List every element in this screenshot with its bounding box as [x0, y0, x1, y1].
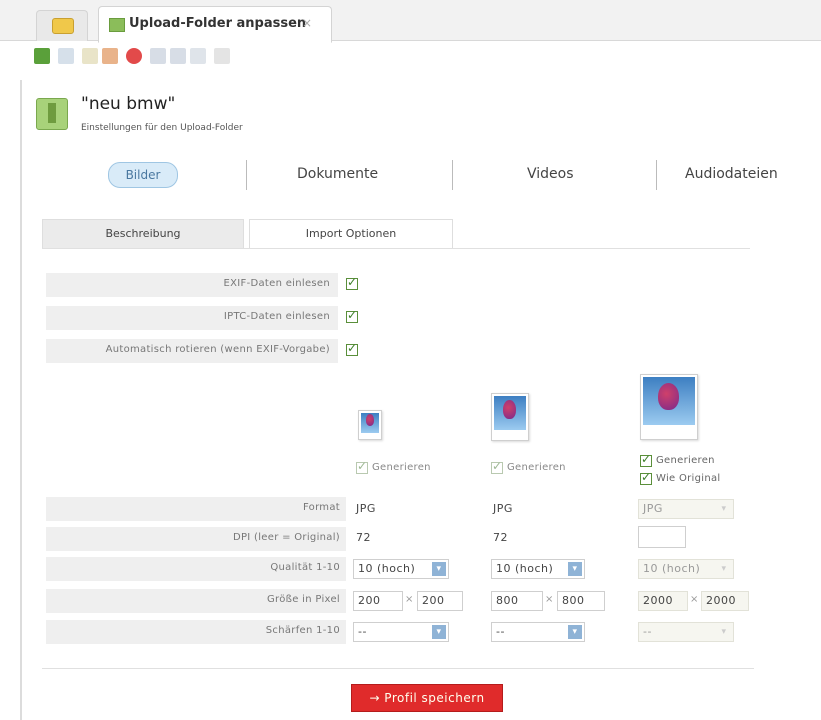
save-profile-button[interactable]: → Profil speichern: [351, 684, 503, 712]
sharpen-medium-select[interactable]: -- ▾: [491, 622, 585, 642]
quality-small-select[interactable]: 10 (hoch) ▾: [353, 559, 449, 579]
tab-bilder[interactable]: Bilder: [108, 162, 178, 188]
same-as-original-checkbox[interactable]: [640, 470, 652, 485]
chevron-down-icon: ▾: [721, 504, 727, 514]
row-quality-label: Qualität 1-10: [46, 557, 346, 581]
image-medium-icon: [491, 393, 529, 441]
sharpen-small-select[interactable]: -- ▾: [353, 622, 449, 642]
generate-medium-checkbox[interactable]: [491, 459, 503, 474]
tab-audiodateien[interactable]: Audiodateien: [685, 166, 778, 182]
grid-icon[interactable]: [190, 48, 206, 64]
dpi-medium: 72: [493, 531, 508, 544]
add-icon[interactable]: [34, 48, 50, 64]
exif-checkbox[interactable]: [346, 275, 358, 290]
times-icon: ×: [405, 594, 414, 605]
quality-label: Qualität 1-10: [270, 562, 340, 573]
row-dpi-label: DPI (leer = Original): [46, 527, 346, 551]
row-size-label: Größe in Pixel: [46, 589, 346, 613]
format-medium: JPG: [493, 502, 513, 515]
upload-folder-icon: [36, 98, 68, 130]
sharpen-large-value: --: [643, 625, 652, 638]
divider: [42, 668, 754, 669]
dpi-small: 72: [356, 531, 371, 544]
page-title: "neu bmw": [81, 94, 176, 114]
width-medium-input[interactable]: 800: [491, 591, 543, 611]
chevron-down-icon: ▾: [432, 625, 446, 639]
times-icon: ×: [545, 594, 554, 605]
tab-videos[interactable]: Videos: [527, 166, 574, 182]
option-row-iptc: IPTC-Daten einlesen: [46, 306, 338, 330]
tab-beschreibung[interactable]: Beschreibung: [42, 219, 244, 249]
sharpen-label: Schärfen 1-10: [265, 625, 340, 636]
rotate-checkbox[interactable]: [346, 341, 358, 356]
width-small-input[interactable]: 200: [353, 591, 403, 611]
sharpen-small-value: --: [358, 625, 367, 638]
dpi-large-input[interactable]: [638, 526, 686, 548]
tab-separator: [656, 160, 657, 190]
chevron-down-icon: ▾: [568, 562, 582, 576]
chevron-down-icon: ▾: [721, 627, 727, 637]
row-sharpen-label: Schärfen 1-10: [46, 620, 346, 644]
format-label: Format: [302, 502, 340, 513]
tab-home[interactable]: [36, 10, 88, 41]
option-label: Automatisch rotieren (wenn EXIF-Vorgabe): [105, 344, 330, 355]
generate-label: Generieren: [507, 462, 566, 473]
page-subtitle: Einstellungen für den Upload-Folder: [81, 123, 243, 133]
chevron-down-icon: ▾: [721, 564, 727, 574]
format-large-value: JPG: [643, 502, 663, 515]
cut-icon[interactable]: [58, 48, 74, 64]
height-large-input[interactable]: 2000: [701, 591, 749, 611]
height-small-input[interactable]: 200: [417, 591, 463, 611]
times-icon: ×: [690, 594, 699, 605]
quality-medium-value: 10 (hoch): [496, 562, 554, 575]
tab-separator: [452, 160, 453, 190]
tab-dokumente[interactable]: Dokumente: [297, 166, 378, 182]
format-large-select[interactable]: JPG ▾: [638, 499, 734, 519]
generate-label: Generieren: [372, 462, 431, 473]
option-row-exif: EXIF-Daten einlesen: [46, 273, 338, 297]
panel-border: [20, 80, 22, 720]
copy-icon[interactable]: [82, 48, 98, 64]
tab-separator: [246, 160, 247, 190]
move-icon[interactable]: [170, 48, 186, 64]
generate-label: Generieren: [656, 455, 715, 466]
trash-icon[interactable]: [214, 48, 230, 64]
quality-large-value: 10 (hoch): [643, 562, 701, 575]
sharpen-medium-value: --: [496, 625, 505, 638]
close-icon[interactable]: ×: [302, 16, 312, 30]
format-small: JPG: [356, 502, 376, 515]
tab-import-optionen[interactable]: Import Optionen: [249, 219, 453, 248]
delete-icon[interactable]: [126, 48, 142, 64]
home-icon: [52, 18, 74, 34]
image-icon[interactable]: [150, 48, 166, 64]
iptc-checkbox[interactable]: [346, 308, 358, 323]
tab-title: Upload-Folder anpassen: [129, 16, 307, 31]
chevron-down-icon: ▾: [432, 562, 446, 576]
quality-small-value: 10 (hoch): [358, 562, 416, 575]
image-small-icon: [358, 410, 382, 440]
option-label: EXIF-Daten einlesen: [223, 278, 330, 289]
paste-icon[interactable]: [102, 48, 118, 64]
quality-medium-select[interactable]: 10 (hoch) ▾: [491, 559, 585, 579]
option-row-rotate: Automatisch rotieren (wenn EXIF-Vorgabe): [46, 339, 338, 363]
option-label: IPTC-Daten einlesen: [223, 311, 330, 322]
image-large-icon: [640, 374, 698, 440]
size-label: Größe in Pixel: [266, 594, 340, 605]
sharpen-large-select[interactable]: -- ▾: [638, 622, 734, 642]
same-as-original-label: Wie Original: [656, 473, 721, 484]
dpi-label: DPI (leer = Original): [232, 532, 340, 543]
generate-large-checkbox[interactable]: [640, 452, 652, 467]
folder-icon: [109, 18, 125, 32]
width-large-input[interactable]: 2000: [638, 591, 688, 611]
quality-large-select[interactable]: 10 (hoch) ▾: [638, 559, 734, 579]
row-format-label: Format: [46, 497, 346, 521]
generate-small-checkbox[interactable]: [356, 459, 368, 474]
chevron-down-icon: ▾: [568, 625, 582, 639]
divider: [42, 248, 750, 249]
height-medium-input[interactable]: 800: [557, 591, 605, 611]
tab-upload-folder[interactable]: Upload-Folder anpassen ×: [98, 6, 332, 43]
